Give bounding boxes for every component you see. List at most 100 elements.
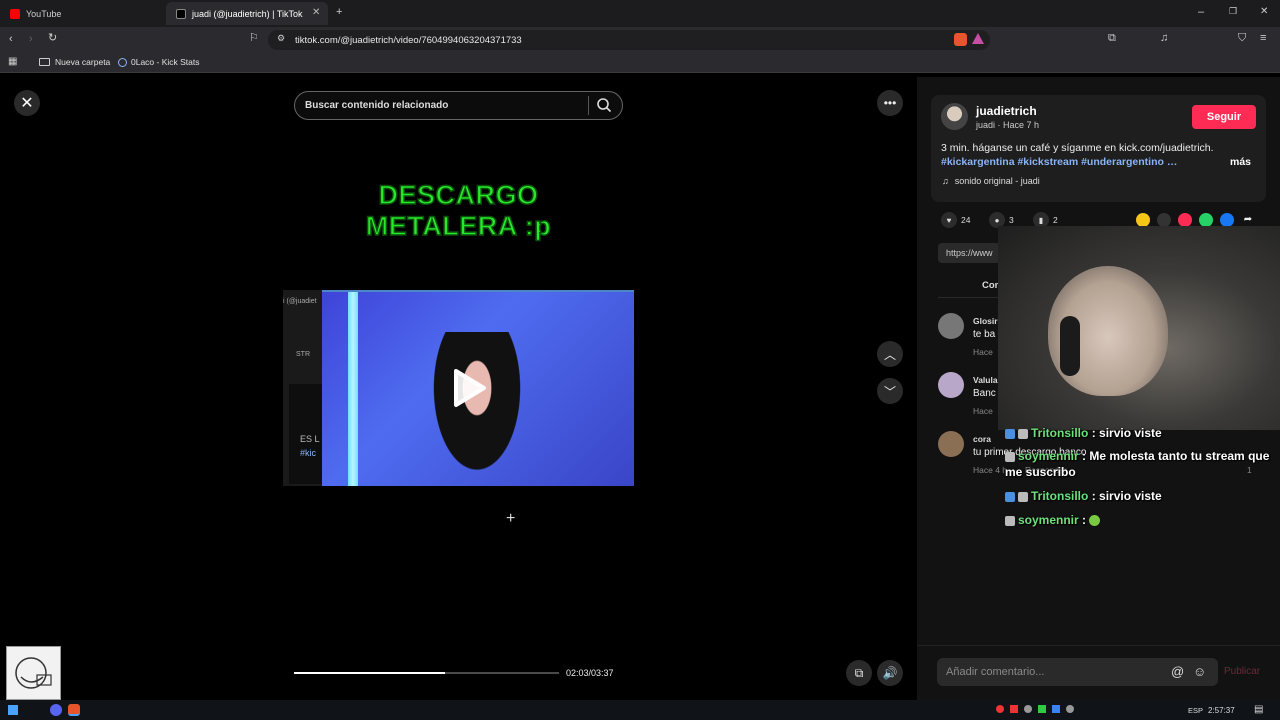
emote-icon: [1089, 515, 1101, 527]
pip-icon: ⧉: [854, 665, 864, 680]
comment-text: Banc: [973, 388, 996, 399]
facebook-icon[interactable]: [1220, 213, 1234, 227]
close-window-icon[interactable]: ✕: [1260, 7, 1268, 17]
post-hashtags[interactable]: #kickargentina #kickstream #underargenti…: [941, 156, 1177, 168]
crosshair-icon: +: [506, 510, 516, 527]
embed-icon[interactable]: [1157, 213, 1171, 227]
embedded-video[interactable]: [322, 290, 634, 486]
notification-icon[interactable]: ▤: [1254, 704, 1263, 715]
site-settings-icon[interactable]: ⚙: [277, 34, 285, 43]
copy-link-field[interactable]: https://www: [938, 243, 1000, 263]
menu-icon[interactable]: ≡: [1260, 33, 1266, 44]
clock[interactable]: 2:57:37: [1208, 706, 1235, 715]
chat-message: Tritonsillo : sirvio viste: [1005, 425, 1275, 441]
send-icon[interactable]: [1178, 213, 1192, 227]
volume-icon: 🔊: [882, 666, 898, 680]
repost-icon[interactable]: [1136, 213, 1150, 227]
avatar[interactable]: [938, 313, 964, 339]
comment-author[interactable]: Valula: [973, 375, 998, 385]
emoji-icon[interactable]: ☺: [1193, 664, 1206, 679]
browser-tab-bar: YouTube juadi (@juadietrich) | TikTok ✕ …: [0, 0, 1280, 27]
stream-chat-overlay: Tritonsillo : sirvio viste soymennir : M…: [1005, 425, 1275, 528]
close-tab-icon[interactable]: ✕: [312, 7, 320, 18]
author-subline: juadi · Hace 7 h: [976, 120, 1040, 130]
tab-label: juadi (@juadietrich) | TikTok: [192, 8, 303, 19]
heart-icon: ♥: [941, 212, 957, 228]
apps-grid-icon[interactable]: ▦: [8, 57, 17, 67]
discord-icon[interactable]: [50, 704, 62, 716]
webcam-overlay: [998, 226, 1280, 430]
forward-icon[interactable]: ›: [29, 34, 33, 45]
comment-author[interactable]: Glosir: [973, 316, 998, 326]
chat-message: soymennir :: [1005, 512, 1275, 528]
folder-icon: [39, 58, 50, 66]
publish-button[interactable]: Publicar: [1224, 666, 1260, 677]
comment-meta: Hace: [973, 347, 993, 357]
chat-bubble-icon: [1005, 515, 1015, 526]
headphone: [1060, 316, 1080, 376]
new-tab-icon[interactable]: +: [336, 7, 342, 18]
comment-input[interactable]: Añadir comentario... @ ☺: [937, 658, 1218, 686]
avatar[interactable]: [938, 372, 964, 398]
search-icon[interactable]: [596, 97, 612, 118]
reload-icon[interactable]: ↻: [48, 33, 57, 44]
music-note-icon: ♫: [942, 176, 949, 186]
related-search-input[interactable]: Buscar contenido relacionado: [294, 91, 623, 120]
video-title-line1: DESCARGO: [378, 179, 539, 211]
time-display: 02:03/03:37: [566, 668, 614, 678]
chat-message: soymennir : Me molesta tanto tu stream q…: [1005, 449, 1270, 479]
url-text: tiktok.com/@juadietrich/video/7604994063…: [295, 34, 522, 46]
more-icon: •••: [883, 96, 897, 110]
mention-icon[interactable]: @: [1171, 664, 1184, 679]
sound-link[interactable]: ♫ sonido original - juadi: [942, 176, 1040, 186]
avatar[interactable]: [941, 103, 968, 130]
tab-label: YouTube: [26, 8, 62, 19]
kick-icon: [118, 57, 127, 67]
shield-icon[interactable]: ⛉: [1238, 33, 1246, 44]
volume-button[interactable]: 🔊: [877, 660, 903, 686]
extensions-icon[interactable]: ⧉: [1108, 33, 1116, 44]
author-username[interactable]: juadietrich: [976, 104, 1037, 118]
bookmark-icon[interactable]: ⚐: [249, 33, 259, 44]
share-arrow-icon[interactable]: ➦: [1241, 213, 1255, 227]
language-indicator[interactable]: ESP: [1188, 706, 1203, 715]
light-strip: [348, 292, 358, 486]
restore-icon[interactable]: ❐: [1229, 7, 1237, 16]
close-video-button[interactable]: ✕: [14, 90, 40, 116]
chat-bubble-icon: [1005, 451, 1015, 462]
back-icon[interactable]: ‹: [9, 34, 13, 45]
badge-icon: [1005, 428, 1015, 439]
close-icon: ✕: [20, 95, 34, 112]
comment-meta: Hace: [973, 406, 993, 416]
floating-player-button[interactable]: ⧉: [846, 660, 872, 686]
like-button[interactable]: ♥ 24: [941, 212, 970, 228]
more-options-button[interactable]: •••: [877, 90, 903, 116]
comment-meta: Hace 4 h: [973, 465, 1008, 475]
next-video-button[interactable]: ﹀: [877, 378, 903, 404]
bookmark-folder[interactable]: Nueva carpeta: [39, 57, 110, 67]
more-caption-link[interactable]: más: [1230, 156, 1251, 168]
start-icon[interactable]: [8, 705, 18, 715]
chevron-down-icon: ﹀: [883, 384, 896, 399]
minimize-icon[interactable]: –: [1198, 7, 1204, 18]
play-icon[interactable]: [452, 368, 488, 413]
brave-icon[interactable]: [68, 704, 80, 716]
comment-text: te ba: [973, 329, 996, 340]
tab-youtube[interactable]: YouTube: [0, 2, 165, 25]
meme-overlay: [6, 646, 61, 700]
tab-tiktok[interactable]: juadi (@juadietrich) | TikTok ✕: [166, 2, 328, 25]
rewards-icon[interactable]: [972, 33, 984, 44]
bookmark-kick-stats[interactable]: 0Laco - Kick Stats: [118, 57, 200, 67]
bookmarks-bar: ▦ Nueva carpeta 0Laco - Kick Stats: [0, 53, 1280, 73]
comment-author[interactable]: cora: [973, 434, 991, 444]
follow-button[interactable]: Seguir: [1192, 105, 1256, 129]
address-bar[interactable]: ⚙ tiktok.com/@juadietrich/video/76049940…: [268, 30, 990, 50]
previous-video-button[interactable]: ︿: [877, 341, 903, 367]
avatar[interactable]: [938, 431, 964, 457]
chat-bubble-icon: [1018, 428, 1028, 439]
music-icon[interactable]: ♫: [1160, 33, 1168, 44]
brave-shield-icon[interactable]: [954, 33, 967, 46]
whatsapp-icon[interactable]: [1199, 213, 1213, 227]
youtube-icon: [10, 8, 20, 19]
ghost-caption: ES L #kic: [289, 384, 323, 484]
